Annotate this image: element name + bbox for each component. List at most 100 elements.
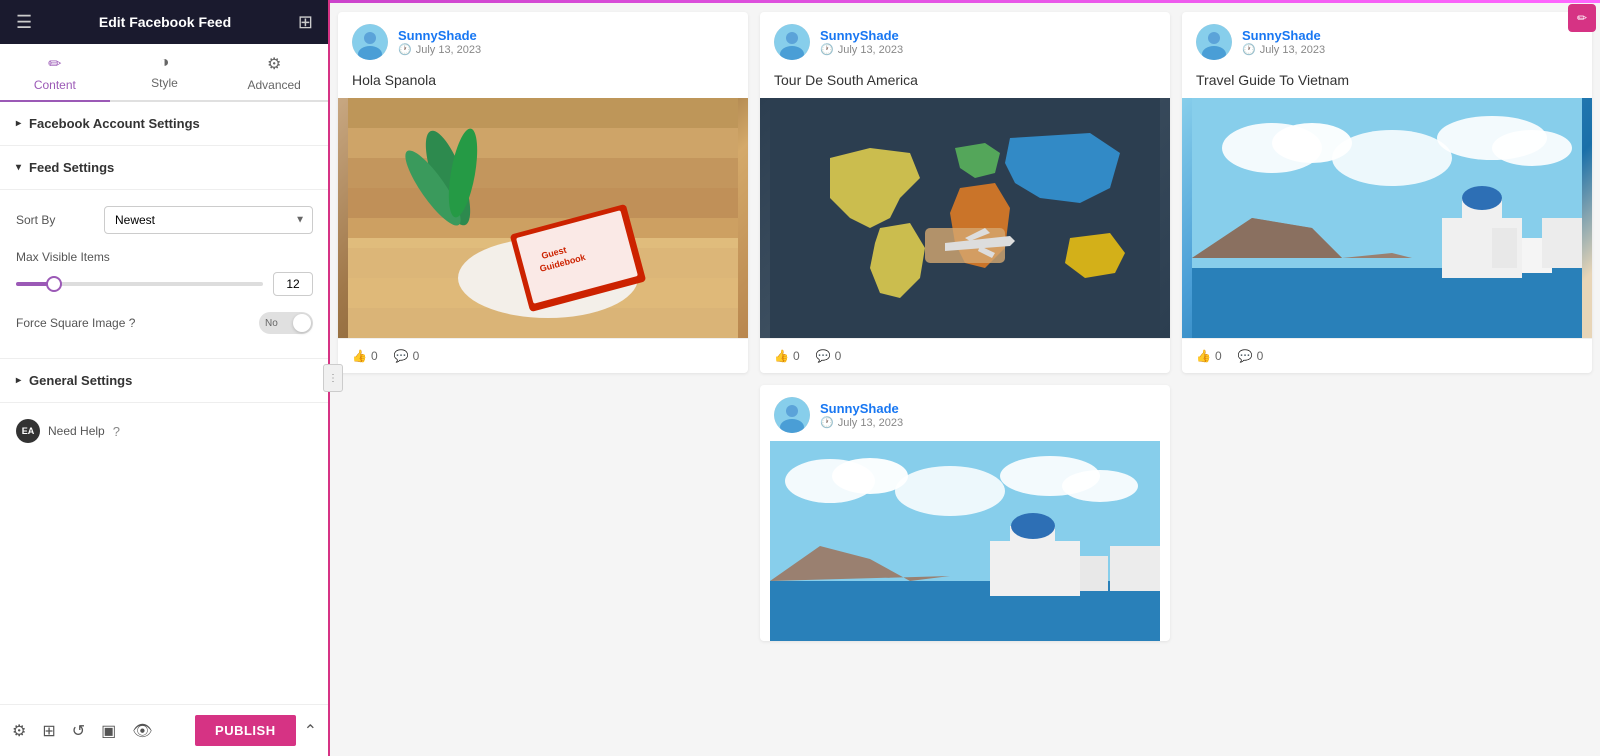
- publish-button[interactable]: PUBLISH: [195, 715, 296, 746]
- settings-icon[interactable]: ⚙: [12, 721, 26, 741]
- top-accent-bar: [330, 0, 1600, 3]
- comments-count-2: 0: [835, 349, 842, 363]
- comment-icon-1: 💬: [394, 349, 409, 363]
- arrow-icon: ▸: [16, 118, 21, 129]
- force-square-label: Force Square Image ?: [16, 316, 259, 330]
- clock-icon-4: 🕐: [820, 416, 834, 429]
- tab-advanced-label: Advanced: [247, 78, 300, 92]
- avatar-3: [1196, 24, 1232, 60]
- comment-icon-3: 💬: [1238, 349, 1253, 363]
- card-header-4: SunnyShade 🕐 July 13, 2023: [760, 385, 1170, 441]
- comments-stat-3: 💬 0: [1238, 349, 1264, 363]
- card-image-3: [1182, 98, 1592, 338]
- tab-style-label: Style: [151, 76, 178, 90]
- max-items-label: Max Visible Items: [16, 250, 313, 264]
- eye-icon[interactable]: 👁: [132, 721, 152, 741]
- top-right-edit-button[interactable]: ✏: [1568, 4, 1596, 32]
- sort-by-select[interactable]: Newest Oldest Popular: [104, 206, 313, 234]
- feed-grid: SunnyShade 🕐 July 13, 2023 Hola Spanola: [338, 8, 1592, 641]
- toggle-knob: [293, 314, 311, 332]
- tab-content-label: Content: [34, 78, 76, 92]
- publish-area: PUBLISH ⌃: [195, 715, 317, 746]
- comments-count-1: 0: [413, 349, 420, 363]
- likes-stat-2: 👍 0: [774, 349, 800, 363]
- need-help-section: EA Need Help ?: [0, 403, 329, 459]
- resize-handle[interactable]: ⋮: [323, 364, 343, 392]
- tabs-bar: ✏ Content ◑ Style ⚙ Advanced: [0, 44, 329, 102]
- main-content: SunnyShade 🕐 July 13, 2023 Hola Spanola: [330, 0, 1600, 756]
- card-image-4: [760, 441, 1170, 641]
- clock-icon-3: 🕐: [1242, 43, 1256, 56]
- responsive-icon[interactable]: ▣: [101, 721, 116, 741]
- max-items-row: Max Visible Items: [16, 250, 313, 296]
- card-meta-2: SunnyShade 🕐 July 13, 2023: [820, 28, 1156, 56]
- card-author-4[interactable]: SunnyShade: [820, 401, 1156, 416]
- likes-stat-1: 👍 0: [352, 349, 378, 363]
- card-image-1: Guest Guidebook: [338, 98, 748, 338]
- card-footer-2: 👍 0 💬 0: [760, 338, 1170, 373]
- card-meta-1: SunnyShade 🕐 July 13, 2023: [398, 28, 734, 56]
- clock-icon-2: 🕐: [820, 43, 834, 56]
- thumb-up-icon-1: 👍: [352, 349, 367, 363]
- help-circle-icon: ?: [113, 424, 120, 439]
- ea-badge: EA: [16, 419, 40, 443]
- card-author-3[interactable]: SunnyShade: [1242, 28, 1578, 43]
- hamburger-icon[interactable]: ☰: [16, 12, 32, 33]
- tab-advanced[interactable]: ⚙ Advanced: [219, 44, 329, 102]
- facebook-account-section-header[interactable]: ▸ Facebook Account Settings: [0, 102, 329, 146]
- general-settings-label: General Settings: [29, 373, 132, 388]
- card-header-2: SunnyShade 🕐 July 13, 2023: [760, 12, 1170, 68]
- slider-thumb[interactable]: [46, 276, 62, 292]
- sort-by-row: Sort By Newest Oldest Popular ▼: [16, 206, 313, 234]
- force-square-toggle[interactable]: No: [259, 312, 313, 334]
- comments-count-3: 0: [1257, 349, 1264, 363]
- left-panel: ☰ Edit Facebook Feed ⊞ ✏ Content ◑ Style…: [0, 0, 330, 756]
- feed-card-2: SunnyShade 🕐 July 13, 2023 Tour De South…: [760, 12, 1170, 373]
- max-items-slider[interactable]: [16, 282, 263, 286]
- card-footer-3: 👍 0 💬 0: [1182, 338, 1592, 373]
- likes-count-3: 0: [1215, 349, 1222, 363]
- card-author-2[interactable]: SunnyShade: [820, 28, 1156, 43]
- toggle-no-text: No: [265, 318, 278, 329]
- card-image-2: [760, 98, 1170, 338]
- panel-title: Edit Facebook Feed: [99, 14, 231, 30]
- likes-stat-3: 👍 0: [1196, 349, 1222, 363]
- card-author-1[interactable]: SunnyShade: [398, 28, 734, 43]
- chevron-up-icon[interactable]: ⌃: [304, 721, 317, 741]
- grid-icon[interactable]: ⊞: [298, 12, 313, 33]
- feed-settings-section-header[interactable]: ▾ Feed Settings: [0, 146, 329, 190]
- arrow-down-icon: ▾: [16, 162, 21, 173]
- avatar-1: [352, 24, 388, 60]
- feed-card-1: SunnyShade 🕐 July 13, 2023 Hola Spanola: [338, 12, 748, 373]
- card-title-1: Hola Spanola: [338, 68, 748, 98]
- pencil-icon: ✏: [48, 54, 61, 74]
- facebook-account-label: Facebook Account Settings: [29, 116, 200, 131]
- card-date-3: 🕐 July 13, 2023: [1242, 43, 1578, 56]
- comments-stat-1: 💬 0: [394, 349, 420, 363]
- card-header-3: SunnyShade 🕐 July 13, 2023: [1182, 12, 1592, 68]
- card-title-2: Tour De South America: [760, 68, 1170, 98]
- card-meta-4: SunnyShade 🕐 July 13, 2023: [820, 401, 1156, 429]
- card-meta-3: SunnyShade 🕐 July 13, 2023: [1242, 28, 1578, 56]
- card-date-4: 🕐 July 13, 2023: [820, 416, 1156, 429]
- history-icon[interactable]: ↺: [72, 721, 85, 741]
- comment-icon-2: 💬: [816, 349, 831, 363]
- clock-icon-1: 🕐: [398, 43, 412, 56]
- feed-settings-label: Feed Settings: [29, 160, 114, 175]
- avatar-2: [774, 24, 810, 60]
- comments-stat-2: 💬 0: [816, 349, 842, 363]
- tab-style[interactable]: ◑ Style: [110, 44, 220, 102]
- max-items-input[interactable]: [273, 272, 313, 296]
- need-help-label[interactable]: Need Help: [48, 424, 105, 438]
- arrow-icon-general: ▸: [16, 375, 21, 386]
- bottom-icons: ⚙ ⊞ ↺ ▣ 👁: [12, 721, 153, 741]
- panel-body: ▸ Facebook Account Settings ▾ Feed Setti…: [0, 102, 329, 704]
- likes-count-2: 0: [793, 349, 800, 363]
- layers-icon[interactable]: ⊞: [42, 721, 55, 741]
- general-settings-section-header[interactable]: ▸ General Settings: [0, 359, 329, 403]
- slider-controls: [16, 272, 313, 296]
- sort-by-label: Sort By: [16, 213, 96, 227]
- tab-content[interactable]: ✏ Content: [0, 44, 110, 102]
- ea-badge-text: EA: [22, 426, 35, 436]
- feed-settings-body: Sort By Newest Oldest Popular ▼ Max Visi…: [0, 190, 329, 359]
